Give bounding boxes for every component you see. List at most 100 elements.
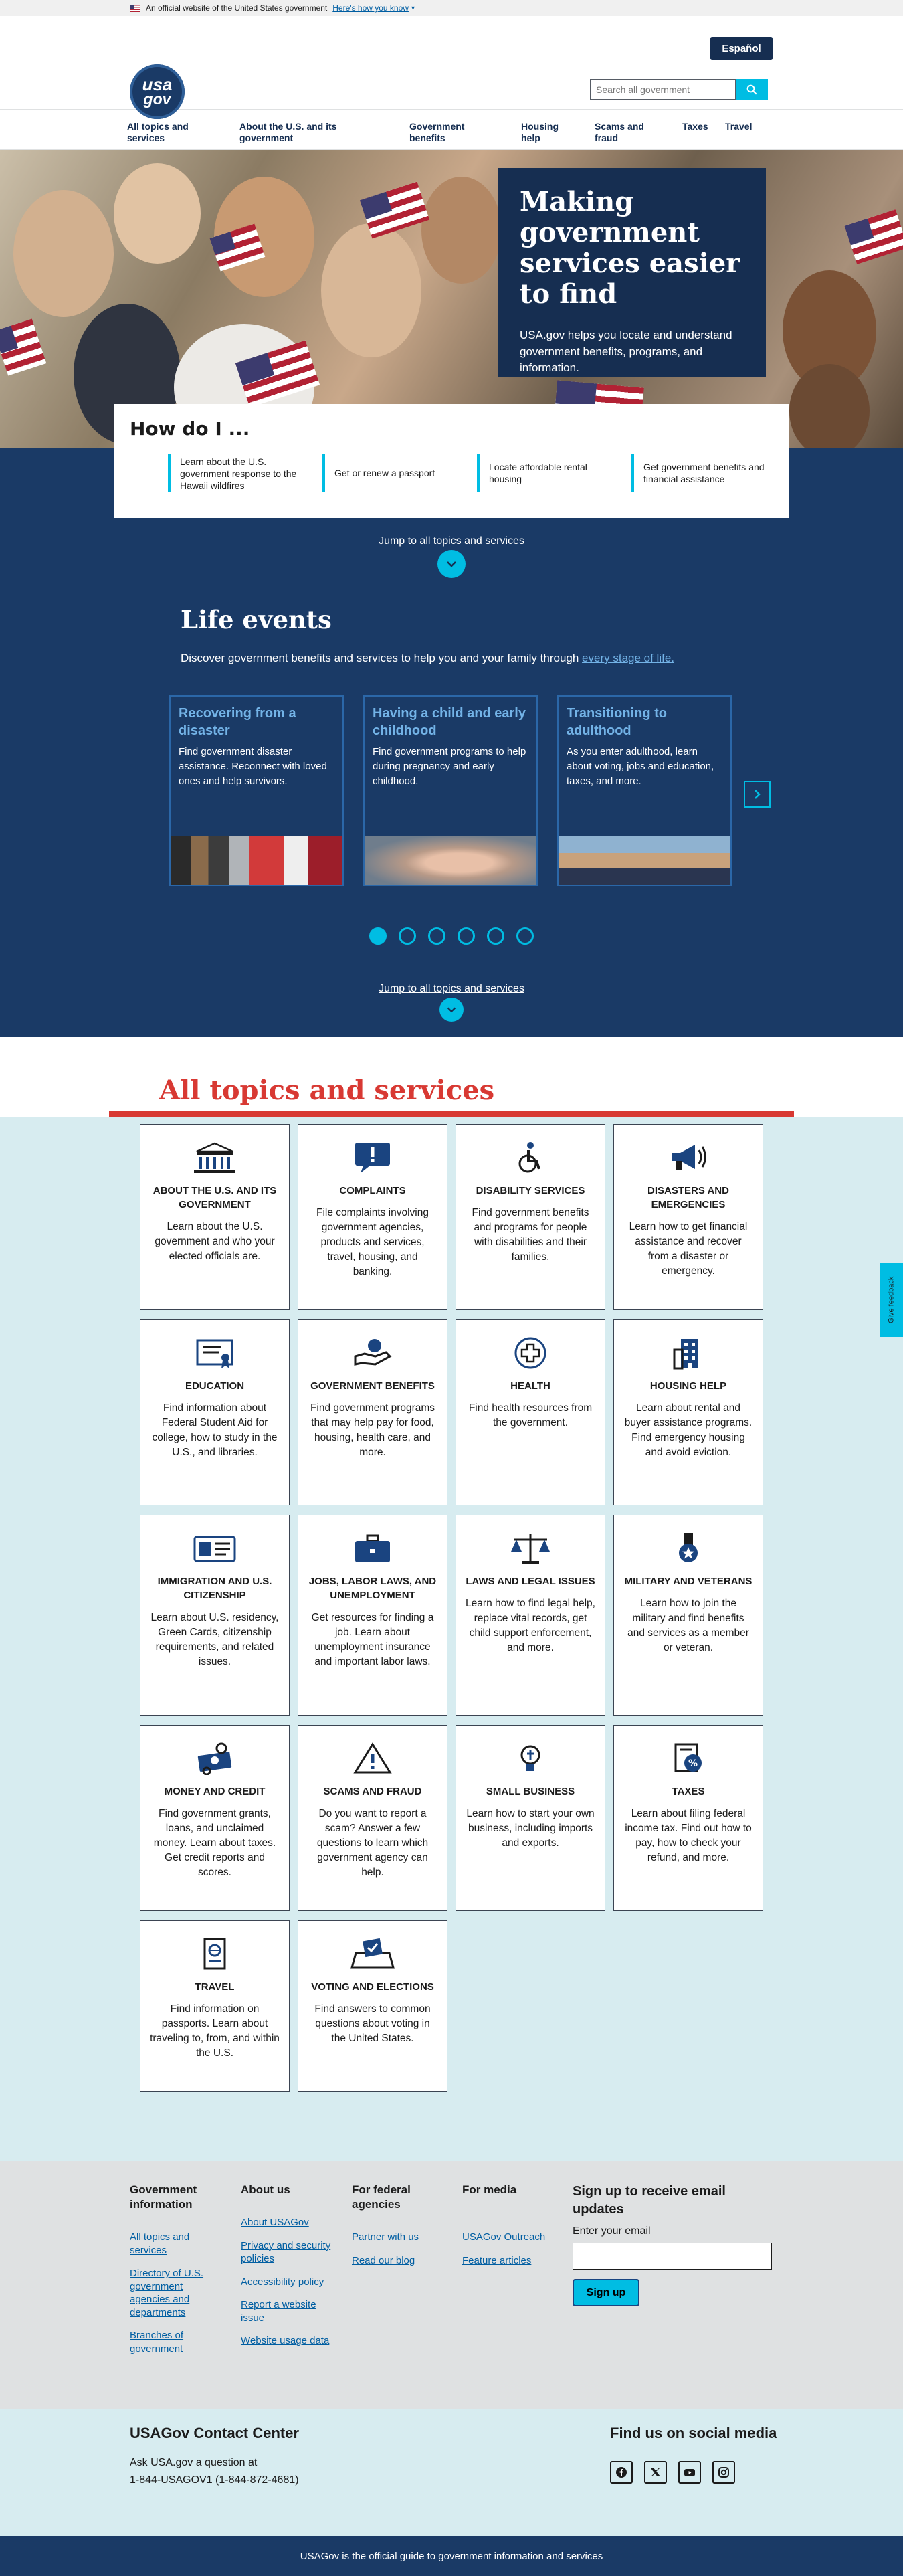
us-flag-icon bbox=[130, 4, 140, 12]
nav-about-us-government[interactable]: About the U.S. and its government bbox=[239, 121, 367, 144]
footer-link[interactable]: USAGov Outreach bbox=[462, 2231, 556, 2244]
topic-tile-small-business[interactable]: Small business Learn how to start your o… bbox=[456, 1725, 605, 1911]
carousel-dot[interactable] bbox=[399, 927, 416, 945]
tile-title: Immigration and U.S. citizenship bbox=[157, 1576, 272, 1601]
jump-chevron-button[interactable] bbox=[439, 998, 464, 1022]
card-text: Find government programs to help during … bbox=[373, 746, 526, 787]
life-event-card[interactable]: Transitioning to adulthood As you enter … bbox=[557, 695, 732, 886]
tile-title: Housing help bbox=[649, 1380, 727, 1392]
carousel-next-button[interactable] bbox=[744, 781, 771, 808]
chevron-down-icon bbox=[447, 1007, 456, 1013]
topic-tile-housing[interactable]: Housing help Learn about rental and buye… bbox=[613, 1319, 763, 1505]
topic-tile-travel[interactable]: Travel Find information on passports. Le… bbox=[140, 1920, 290, 2092]
tile-title: Jobs, labor laws, and unemployment bbox=[308, 1576, 437, 1601]
contact-phone[interactable]: 1-844-USAGOV1 (1-844-872-4681) bbox=[130, 2472, 299, 2489]
topic-tile-military[interactable]: Military and veterans Learn how to join … bbox=[613, 1515, 763, 1716]
hand-giving-icon bbox=[308, 1336, 437, 1370]
tile-title: Disability services bbox=[476, 1185, 585, 1196]
card-text: Find government disaster assistance. Rec… bbox=[179, 746, 327, 787]
how-do-i-link[interactable]: Learn about the U.S. government response… bbox=[168, 454, 319, 492]
topic-tile-voting[interactable]: Voting and elections Find answers to com… bbox=[298, 1920, 447, 2092]
footer-link[interactable]: Read our blog bbox=[352, 2254, 445, 2268]
how-do-i-title: How do I ... bbox=[130, 418, 250, 440]
topic-tile-education[interactable]: Education Find information about Federal… bbox=[140, 1319, 290, 1505]
topic-tile-complaints[interactable]: Complaints File complaints involving gov… bbox=[298, 1124, 447, 1310]
chevron-down-icon: ▾ bbox=[411, 4, 415, 12]
how-do-i-box: How do I ... Learn about the U.S. govern… bbox=[114, 404, 789, 518]
footer-link[interactable]: Privacy and security policies bbox=[241, 2239, 334, 2266]
hero: Making government services easier to fin… bbox=[0, 150, 903, 448]
youtube-link[interactable] bbox=[678, 2461, 701, 2484]
jump-to-topics-bottom: Jump to all topics and services bbox=[0, 983, 903, 1022]
tile-text: Learn how to join the military and find … bbox=[627, 1598, 749, 1653]
nav-housing-help[interactable]: Housing help bbox=[521, 121, 575, 144]
topic-tile-jobs[interactable]: Jobs, labor laws, and unemployment Get r… bbox=[298, 1515, 447, 1716]
search-button[interactable] bbox=[736, 79, 768, 100]
jump-to-topics-link[interactable]: Jump to all topics and services bbox=[0, 983, 903, 995]
footer-link[interactable]: All topics and services bbox=[130, 2231, 223, 2257]
tile-text: Learn how to start your own business, in… bbox=[466, 1808, 595, 1849]
nav-government-benefits[interactable]: Government benefits bbox=[409, 121, 483, 144]
topic-tile-immigration[interactable]: Immigration and U.S. citizenship Learn a… bbox=[140, 1515, 290, 1716]
email-input[interactable] bbox=[573, 2243, 772, 2270]
nav-taxes[interactable]: Taxes bbox=[682, 121, 708, 132]
footer-column-title: About us bbox=[241, 2183, 290, 2196]
contact-title: USAGov Contact Center bbox=[130, 2425, 300, 2442]
nav-travel[interactable]: Travel bbox=[725, 121, 752, 132]
espanol-button[interactable]: Español bbox=[710, 37, 773, 60]
topic-tile-disasters[interactable]: Disasters and emergencies Learn how to g… bbox=[613, 1124, 763, 1310]
topic-tile-about-us[interactable]: About the U.S. and its government Learn … bbox=[140, 1124, 290, 1310]
jump-to-topics-link[interactable]: Jump to all topics and services bbox=[0, 535, 903, 547]
carousel-dot[interactable] bbox=[487, 927, 504, 945]
topic-tile-money[interactable]: Money and credit Find government grants,… bbox=[140, 1725, 290, 1911]
topic-tile-disability[interactable]: Disability services Find government bene… bbox=[456, 1124, 605, 1310]
life-event-card[interactable]: Recovering from a disaster Find governme… bbox=[169, 695, 344, 886]
give-feedback-tab[interactable]: Give feedback bbox=[880, 1263, 903, 1337]
carousel-dot[interactable] bbox=[369, 927, 387, 945]
instagram-link[interactable] bbox=[712, 2461, 735, 2484]
life-event-card[interactable]: Having a child and early childhood Find … bbox=[363, 695, 538, 886]
chevron-down-icon bbox=[447, 561, 456, 567]
facebook-link[interactable] bbox=[610, 2461, 633, 2484]
footer-link[interactable]: Partner with us bbox=[352, 2231, 445, 2244]
tile-text: Find health resources from the governmen… bbox=[468, 1402, 593, 1429]
tile-title: Education bbox=[185, 1380, 245, 1392]
footer-column-title: For federal agencies bbox=[352, 2183, 411, 2211]
footer-link[interactable]: Website usage data bbox=[241, 2334, 334, 2348]
topic-tile-benefits[interactable]: Government benefits Find government prog… bbox=[298, 1319, 447, 1505]
heres-how-you-know-link[interactable]: Here's how you know bbox=[332, 3, 409, 13]
carousel-dot[interactable] bbox=[516, 927, 534, 945]
footer-column-government-info: Government information All topics and se… bbox=[130, 2183, 223, 2365]
carousel-dots bbox=[369, 927, 534, 945]
tile-title: Military and veterans bbox=[624, 1576, 752, 1587]
topic-tile-taxes[interactable]: % Taxes Learn about filing federal incom… bbox=[613, 1725, 763, 1911]
footer-column-title: Government information bbox=[130, 2183, 197, 2211]
how-do-i-link[interactable]: Locate affordable rental housing bbox=[477, 454, 628, 492]
search-input[interactable] bbox=[590, 79, 736, 100]
every-stage-link[interactable]: every stage of life. bbox=[582, 652, 674, 664]
accessibility-icon bbox=[466, 1141, 595, 1174]
nav-scams-fraud[interactable]: Scams and fraud bbox=[595, 121, 655, 144]
nav-all-topics[interactable]: All topics and services bbox=[127, 121, 207, 144]
footer-link[interactable]: Directory of U.S. government agencies an… bbox=[130, 2267, 223, 2319]
footer-link[interactable]: Report a website issue bbox=[241, 2298, 334, 2324]
newborn-image bbox=[365, 836, 536, 885]
email-label: Enter your email bbox=[573, 2225, 651, 2237]
how-do-i-link[interactable]: Get government benefits and financial as… bbox=[631, 454, 783, 492]
id-card-icon bbox=[150, 1532, 280, 1565]
footer-link[interactable]: About USAGov bbox=[241, 2216, 334, 2229]
signup-button[interactable]: Sign up bbox=[573, 2279, 639, 2306]
carousel-dot[interactable] bbox=[428, 927, 445, 945]
twitter-link[interactable] bbox=[644, 2461, 667, 2484]
footer-link[interactable]: Feature articles bbox=[462, 2254, 556, 2268]
topic-tile-scams[interactable]: Scams and fraud Do you want to report a … bbox=[298, 1725, 447, 1911]
jump-chevron-button[interactable] bbox=[437, 550, 466, 578]
tile-title: Complaints bbox=[339, 1185, 406, 1196]
how-do-i-link[interactable]: Get or renew a passport bbox=[322, 454, 474, 492]
topic-tile-health[interactable]: Health Find health resources from the go… bbox=[456, 1319, 605, 1505]
footer-link[interactable]: Accessibility policy bbox=[241, 2276, 334, 2289]
topic-tile-laws[interactable]: Laws and legal issues Learn how to find … bbox=[456, 1515, 605, 1716]
tile-title: Government benefits bbox=[310, 1380, 435, 1392]
carousel-dot[interactable] bbox=[458, 927, 475, 945]
footer-link[interactable]: Branches of government bbox=[130, 2329, 223, 2355]
